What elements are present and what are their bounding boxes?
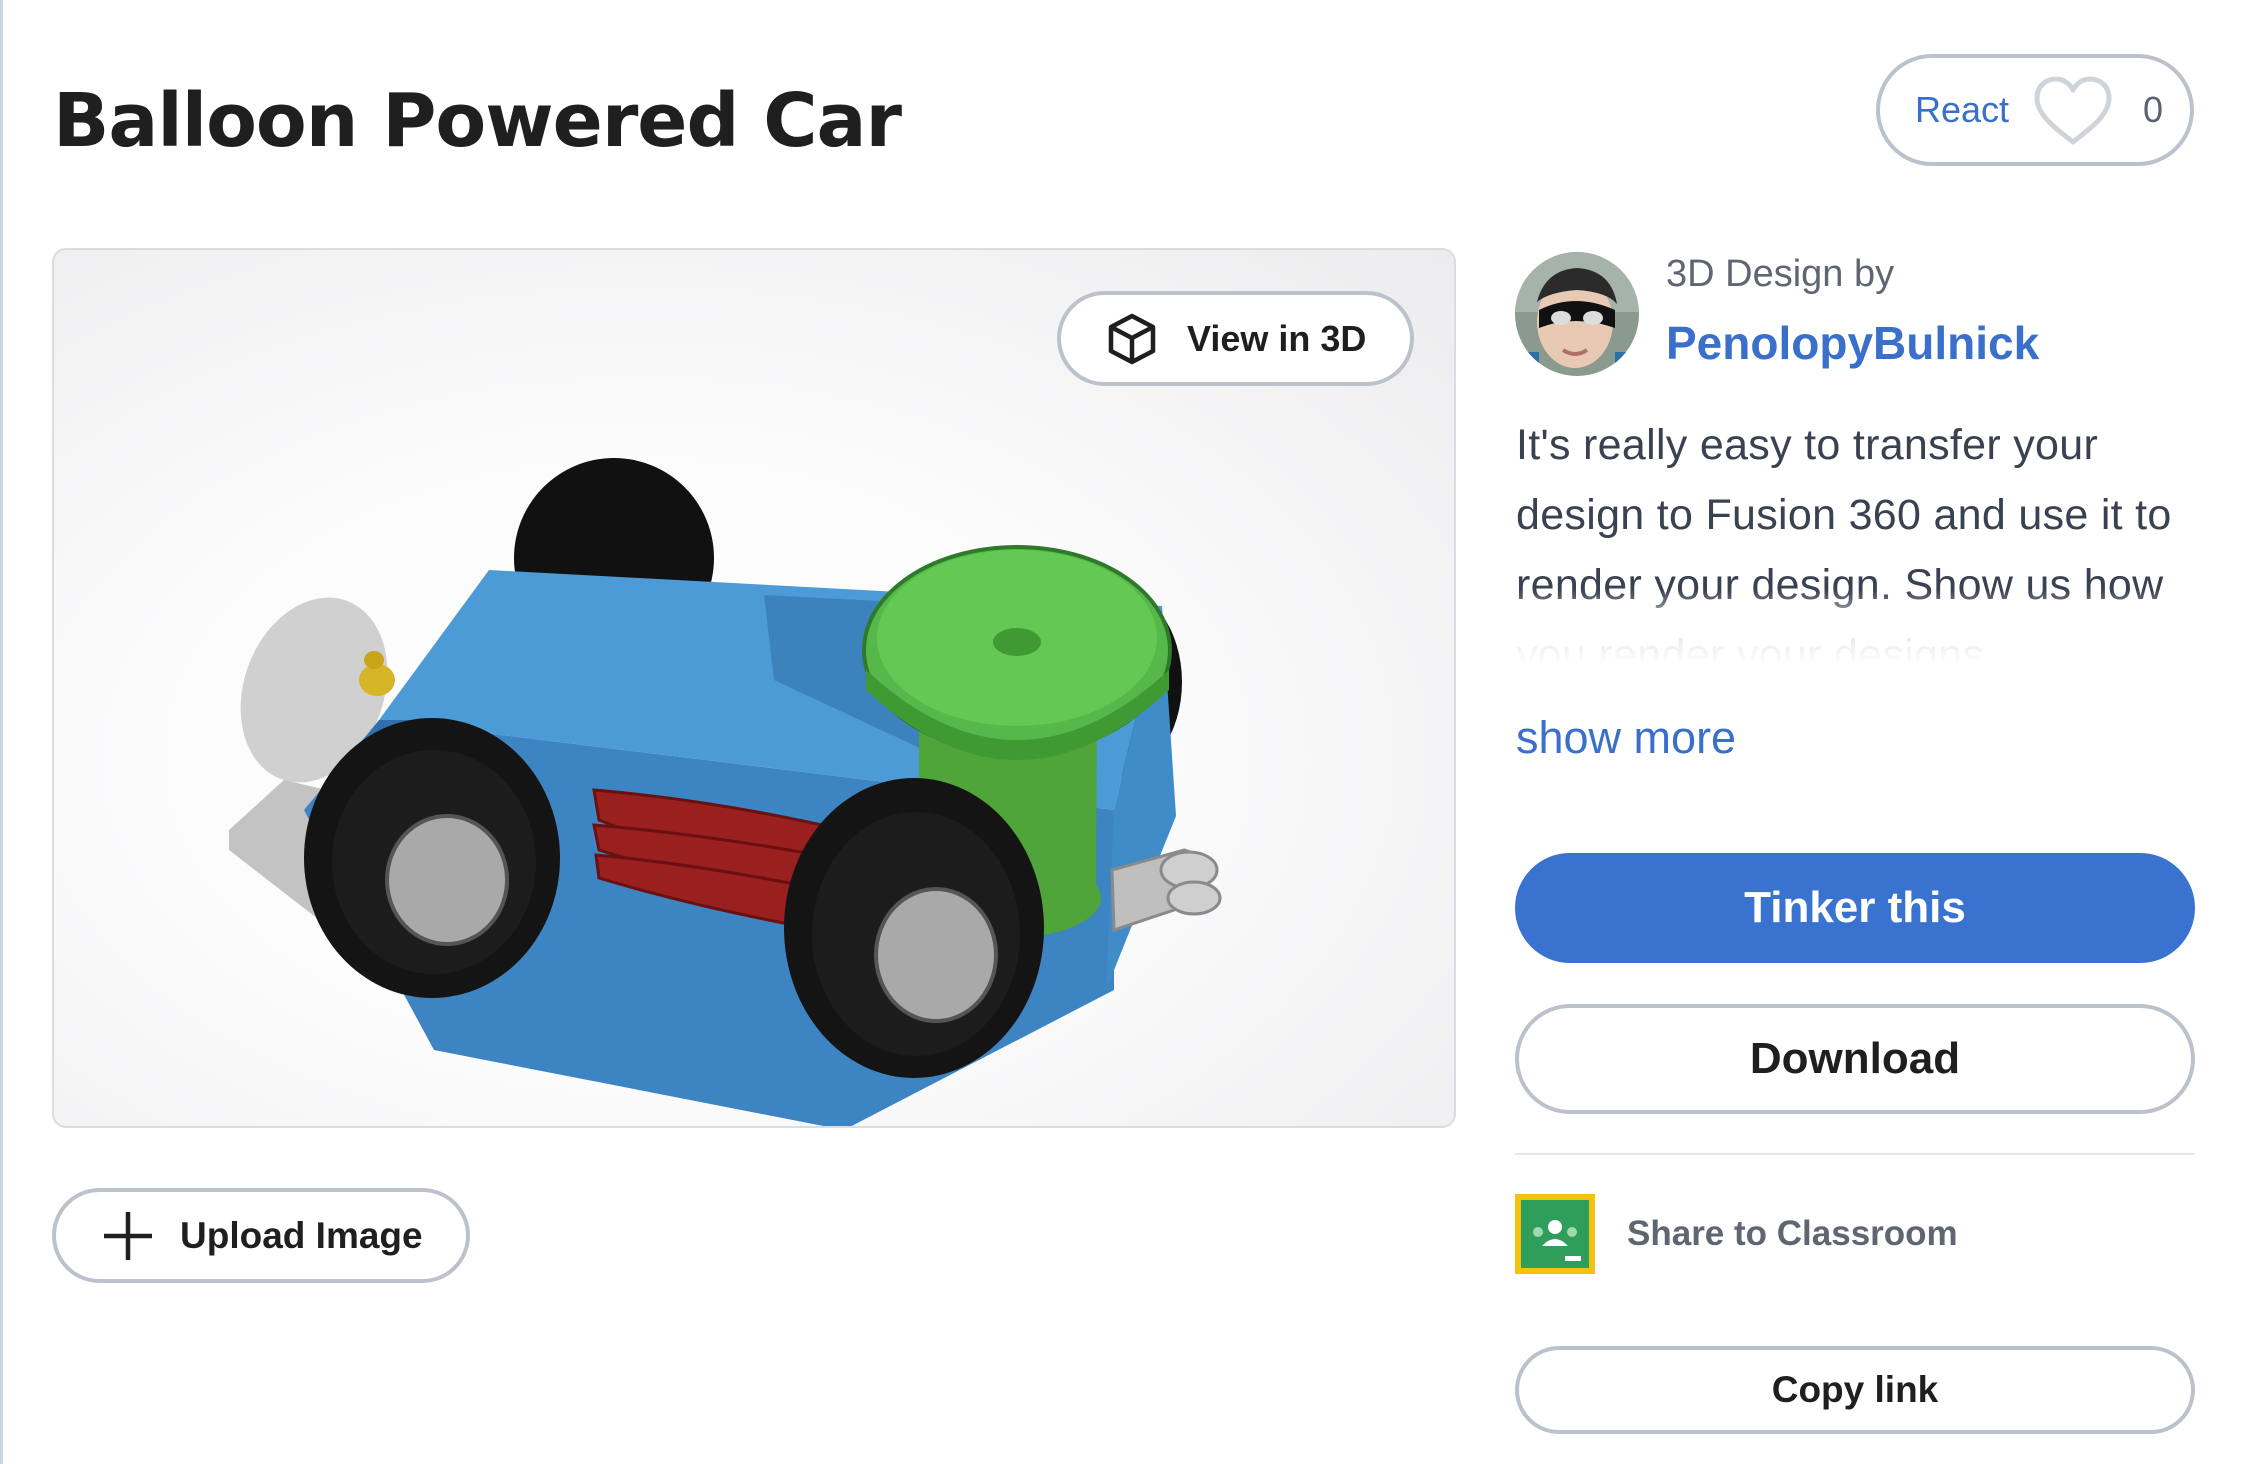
heart-icon: [2034, 76, 2112, 145]
plus-icon: [104, 1211, 152, 1260]
google-classroom-icon: [1515, 1194, 1595, 1274]
avatar[interactable]: [1515, 252, 1639, 376]
show-more-link[interactable]: show more: [1516, 712, 1736, 764]
page-title: Balloon Powered Car: [53, 78, 902, 164]
author-name-link[interactable]: PenolopyBulnick: [1666, 316, 2039, 370]
react-label: React: [1915, 89, 2010, 130]
description-fade: [1516, 590, 2196, 664]
divider: [1515, 1153, 2195, 1155]
react-button[interactable]: React 0: [1876, 54, 2194, 166]
view-in-3d-button[interactable]: View in 3D: [1057, 291, 1414, 386]
left-edge-rule: [0, 0, 3, 1464]
cube-icon: [1108, 313, 1156, 364]
upload-image-label: Upload Image: [180, 1214, 423, 1256]
copy-link-button[interactable]: Copy link: [1515, 1346, 2195, 1434]
react-count: 0: [2143, 89, 2164, 130]
share-to-classroom-button[interactable]: Share to Classroom: [1515, 1194, 1958, 1274]
upload-image-button[interactable]: Upload Image: [52, 1188, 470, 1283]
byline-prefix: 3D Design by: [1666, 253, 1895, 295]
tinker-this-button[interactable]: Tinker this: [1515, 853, 2195, 963]
share-to-classroom-label: Share to Classroom: [1627, 1214, 1958, 1253]
view-in-3d-label: View in 3D: [1187, 317, 1367, 359]
download-button[interactable]: Download: [1515, 1004, 2195, 1114]
